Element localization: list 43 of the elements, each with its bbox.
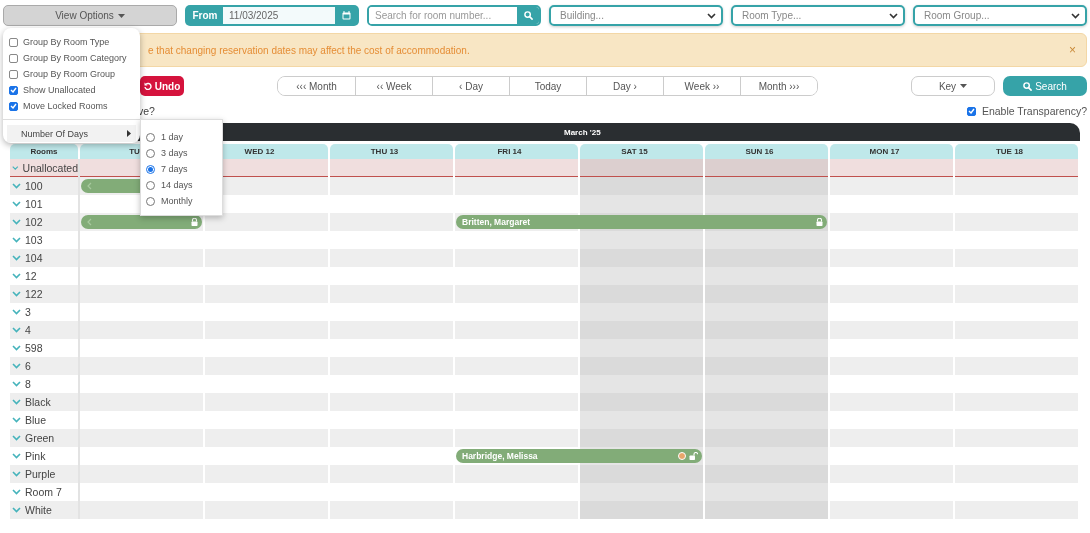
room-name: 122 <box>25 288 43 300</box>
day-header: SAT 15 <box>580 144 703 159</box>
room-name: Black <box>25 396 51 408</box>
option-label: 14 days <box>161 180 193 190</box>
option-label: Group By Room Category <box>23 53 127 63</box>
room-name: 3 <box>25 306 31 318</box>
room-name: White <box>25 504 52 516</box>
option-label: Group By Room Group <box>23 69 116 79</box>
room-name: 8 <box>25 378 31 390</box>
room-name: Blue <box>25 414 46 426</box>
checkbox-label: Enable Transparency? <box>981 105 1087 117</box>
alert-text: e that changing reservation dates may affect the cost of accommodation. <box>148 44 470 56</box>
day-header: MON 17 <box>830 144 953 159</box>
option-label: 3 days <box>161 148 188 158</box>
room-name: Green <box>25 432 55 444</box>
month-label: March '25 <box>564 127 601 137</box>
room-name: 100 <box>25 180 43 192</box>
room-name: 6 <box>25 360 31 372</box>
room-name: 598 <box>25 342 43 354</box>
room-name: 4 <box>25 324 31 336</box>
room-name: Purple <box>25 468 56 480</box>
option-label: Group By Room Type <box>23 37 110 47</box>
option-label: Move Locked Rooms <box>23 101 108 111</box>
day-header: TUE 18 <box>955 144 1078 159</box>
day-header: THU 13 <box>330 144 453 159</box>
day-header: FRI 14 <box>455 144 578 159</box>
option-label: 1 day <box>161 132 184 142</box>
guest-name: Britten, Margaret <box>462 217 530 227</box>
day-header: SUN 16 <box>705 144 828 159</box>
option-label: Show Unallocated <box>23 85 96 95</box>
room-name: Pink <box>25 450 46 462</box>
room-name: 102 <box>25 216 43 228</box>
option-label: Monthly <box>161 196 193 206</box>
room-name: Room 7 <box>25 486 62 498</box>
guest-name: Harbridge, Melissa <box>462 451 538 461</box>
room-name: Unallocated <box>22 161 78 174</box>
option-label: 7 days <box>161 164 188 174</box>
room-name: 104 <box>25 252 43 264</box>
room-name: 12 <box>25 270 37 282</box>
room-name: 101 <box>25 198 43 210</box>
column-header: Rooms <box>10 144 78 159</box>
room-name: 103 <box>25 234 43 246</box>
from-label: From <box>191 9 219 23</box>
